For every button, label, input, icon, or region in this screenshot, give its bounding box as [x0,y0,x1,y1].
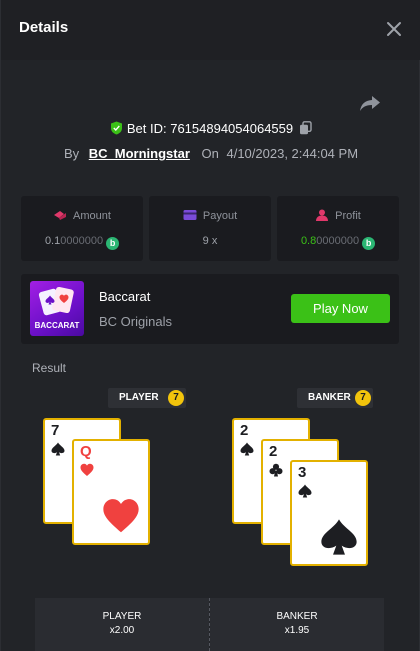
bet-id-row: Bet ID: 76154894054064559 [1,121,420,136]
baccarat-thumbnail[interactable]: BACCARAT [30,281,84,336]
bet-player-name: PLAYER [102,611,142,622]
bet-id: Bet ID: 76154894054064559 [126,121,294,136]
banker-badge: BANKER 7 [297,388,373,408]
player-score: 7 [168,390,184,406]
bet-player-odds: x2.00 [109,625,135,636]
game-row: BACCARAT Baccarat BC Originals Play Now [21,274,399,344]
player-label: PLAYER [119,392,159,403]
spade-icon [240,442,254,456]
bet-banker-odds: x1.95 [284,625,310,636]
card-rank: 2 [269,443,278,460]
card-rank: 3 [298,464,307,481]
bcd-coin-icon: b [362,237,376,250]
heart-icon [103,499,139,533]
heart-icon [59,294,69,303]
modal-title: Details [19,19,69,36]
stat-amount-label: Amount [73,210,111,222]
by-label: By [63,146,80,161]
copy-icon[interactable] [299,121,312,135]
banker-card-3: 3 [290,460,368,566]
card-rank: 7 [51,422,60,439]
username-link[interactable]: BC_Morningstar [89,146,190,161]
spade-icon [298,484,312,498]
banker-label: BANKER [308,392,351,403]
spade-icon [51,442,65,456]
play-now-button[interactable]: Play Now [291,294,390,323]
stat-profit: Profit 0.80000000 b [277,196,399,261]
bet-banker[interactable]: BANKER x1.95 [210,598,384,651]
card-rank: 2 [240,422,249,439]
stat-payout: Payout 9 x [149,196,271,261]
stat-amount-value: 0.10000000 b [21,235,143,250]
bet-banker-name: BANKER [276,611,318,622]
spade-icon [321,519,357,555]
share-icon[interactable] [359,94,381,112]
stat-payout-label: Payout [202,210,238,222]
player-card-2: Q [72,439,150,545]
bet-datetime: 4/10/2023, 2:44:04 PM [226,146,359,161]
player-badge: PLAYER 7 [108,388,186,408]
amount-icon [54,211,67,220]
close-icon[interactable] [385,20,403,38]
modal-header: Details [1,0,420,60]
verified-shield-icon [110,121,122,135]
bcd-coin-icon: b [106,237,120,250]
game-name: Baccarat [99,289,151,304]
profit-icon [316,209,329,221]
bet-player[interactable]: PLAYER x2.00 [35,598,209,651]
result-label: Result [32,361,67,375]
stat-profit-value: 0.80000000 b [277,235,399,250]
thumb-label: BACCARAT [34,321,80,330]
payout-icon [183,210,197,220]
heart-icon [80,463,94,476]
stat-amount: Amount 0.10000000 b [21,196,143,261]
stat-profit-label: Profit [335,210,361,222]
stat-payout-value: 9 x [202,235,218,247]
club-icon [269,463,283,477]
card-rank: Q [80,443,92,460]
spade-icon [45,295,55,305]
bet-details-panel: Details Bet ID: 76154894054064559 By BC_… [0,0,420,651]
banker-score: 7 [355,390,371,406]
game-provider: BC Originals [99,314,172,329]
on-label: On [201,146,219,161]
bet-owner-row: By BC_Morningstar On 4/10/2023, 2:44:04 … [1,146,420,161]
